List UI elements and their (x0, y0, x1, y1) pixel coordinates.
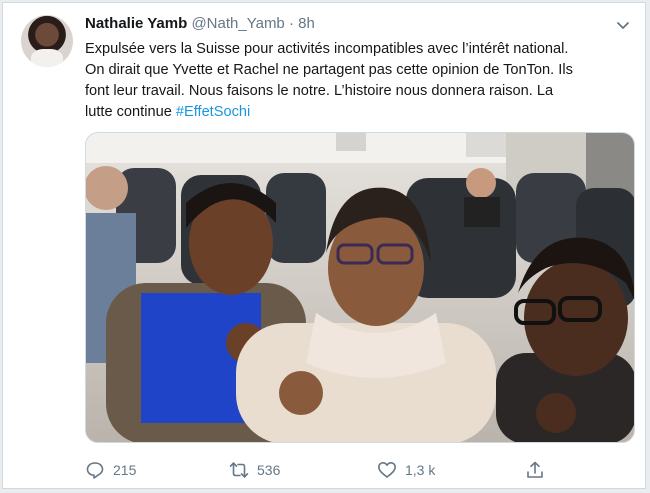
tweet-text-line: Expulsée vers la Suisse pour activités i… (85, 41, 569, 57)
retweet-icon (229, 462, 249, 478)
share-icon (527, 461, 543, 478)
tweet-actions: 215 536 1,3 k (85, 459, 635, 483)
reply-button[interactable]: 215 (85, 459, 136, 481)
like-count: 1,3 k (405, 462, 436, 478)
hashtag-link[interactable]: #EffetSochi (176, 104, 250, 120)
tweet-card[interactable]: Nathalie Yamb @Nath_Yamb · 8h Expulsée v… (2, 2, 646, 489)
author-handle[interactable]: @Nath_Yamb (191, 15, 284, 32)
like-button[interactable]: 1,3 k (377, 459, 435, 481)
author-name[interactable]: Nathalie Yamb (85, 15, 187, 32)
retweet-count: 536 (257, 462, 281, 478)
tweet-text-line: font leur travail. Nous faisons le notre… (85, 83, 554, 99)
tweet-text-line: lutte continue #EffetSochi (85, 102, 633, 123)
retweet-button[interactable]: 536 (229, 459, 280, 481)
separator-dot: · (288, 15, 294, 32)
heart-icon (378, 462, 396, 478)
reply-icon (86, 462, 104, 479)
share-button[interactable] (525, 459, 545, 481)
reply-count: 215 (113, 462, 137, 478)
tweet-time[interactable]: 8h (298, 15, 315, 32)
tweet-photo[interactable] (85, 132, 635, 443)
avatar-shirt (31, 49, 63, 67)
tweet-text-line: On dirait que Yvette et Rachel ne partag… (85, 62, 573, 78)
tweet-text: Expulsée vers la Suisse pour activités i… (85, 39, 633, 123)
selfie-photo (86, 133, 634, 442)
tweet-header: Nathalie Yamb @Nath_Yamb · 8h (85, 15, 315, 32)
chevron-down-icon[interactable] (615, 17, 631, 33)
tweet-text-line-text: lutte continue (85, 104, 176, 120)
avatar[interactable] (21, 15, 73, 67)
